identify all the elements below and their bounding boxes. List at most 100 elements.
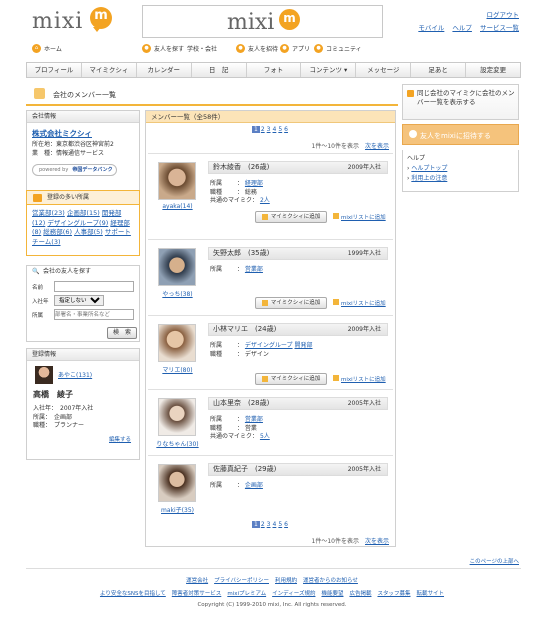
nav-message[interactable]: メッセージ	[356, 63, 412, 77]
avatar[interactable]	[35, 366, 53, 384]
footer-link[interactable]: 広告掲載	[349, 591, 371, 597]
banner-mark: m	[279, 9, 300, 30]
member-nick[interactable]: りなちゃん(30)	[150, 439, 205, 448]
footer-links-2: より安全なSNSを目指して 障害者対策サービス mixiプレミアム インディーズ規約機…	[0, 589, 544, 597]
apps-link[interactable]: ● アプリ	[280, 44, 310, 53]
member-nick[interactable]: ayaka(14)	[150, 203, 205, 210]
add-mylist-link[interactable]: mixiリストに追加	[333, 213, 386, 221]
add-mymixi-button[interactable]: マイミクシィに追加	[255, 211, 327, 223]
home-link[interactable]: ⌂ ホーム	[32, 44, 62, 53]
help-notice-link[interactable]: 利用上の注意	[411, 175, 447, 182]
member-photo[interactable]	[158, 464, 196, 502]
nav-diary[interactable]: 日 記	[192, 63, 247, 77]
tdb-logo: 帝国データバンク	[72, 167, 113, 173]
nav-calendar[interactable]: カレンダー	[137, 63, 192, 77]
help-link[interactable]: ヘルプ	[452, 24, 472, 32]
community-link[interactable]: ● コミュニティ	[314, 44, 362, 53]
nav-photo[interactable]: フォト	[247, 63, 302, 77]
name-input[interactable]	[54, 281, 134, 292]
member-dept[interactable]: 営業部	[245, 416, 263, 423]
help-top-link[interactable]: ヘルプトップ	[411, 165, 447, 172]
dept-link[interactable]: 企画部(15)	[67, 209, 100, 217]
member-nick[interactable]: マリエ(80)	[150, 365, 205, 374]
logout-link[interactable]: ログアウト	[487, 11, 520, 19]
page-1[interactable]: 1	[252, 521, 260, 528]
dept-link[interactable]: 営業部(23)	[32, 209, 65, 217]
member-dept[interactable]: デザイングループ	[245, 342, 293, 349]
member-nick[interactable]: やっち(38)	[150, 289, 205, 298]
footer-link[interactable]: スタッフ募集	[377, 591, 410, 597]
company-name[interactable]: 株式会社ミクシィ	[32, 128, 92, 139]
member-photo[interactable]	[158, 162, 196, 200]
header-banner[interactable]: mixi m	[142, 5, 383, 38]
member-common[interactable]: 2人	[260, 197, 270, 204]
dept-input[interactable]	[54, 309, 134, 320]
member-dept-2[interactable]: 開発部	[294, 342, 312, 349]
member-photo[interactable]	[158, 248, 196, 286]
member-dept[interactable]: 企画部	[245, 482, 263, 489]
member-year: 2009年入社	[347, 326, 381, 333]
footer-link[interactable]: 運営者からのお知らせ	[303, 578, 358, 584]
community-icon: ●	[314, 44, 323, 53]
find-friends-sub: 学校・会社	[187, 46, 218, 53]
page-6[interactable]: 6	[283, 521, 289, 528]
nav-profile[interactable]: プロフィール	[27, 63, 82, 77]
dept-link[interactable]: デザイングループ(9)	[47, 219, 108, 227]
add-mylist-link[interactable]: mixiリストに追加	[333, 299, 386, 307]
next-link[interactable]: 次を表示	[365, 143, 389, 150]
department-list: 営業部(23) 企画部(15) 開発部(12) デザイングループ(9) 経理部(…	[27, 205, 139, 251]
invite-friends-label: 友人をmixiに招待する	[420, 132, 491, 140]
footer-link[interactable]: 機能要望	[321, 591, 343, 597]
footer-link[interactable]: 障害者対策サービス	[172, 591, 222, 597]
member-photo[interactable]	[158, 324, 196, 362]
year-label: 入社年	[32, 299, 49, 305]
page-1[interactable]: 1	[252, 126, 260, 133]
main-navigation: プロフィール マイミクシィ カレンダー 日 記 フォト コンテンツ ▾ メッセー…	[26, 62, 521, 78]
find-friends-link[interactable]: ● 友人を探す 学校・会社	[142, 44, 217, 53]
search-button[interactable]: 検 索	[107, 327, 137, 339]
invite-friends-button[interactable]: 友人をmixiに招待する	[402, 124, 519, 145]
footer-link[interactable]: mixiプレミアム	[227, 591, 266, 597]
dept-link[interactable]: 人事部(5)	[74, 228, 103, 236]
powered-by-badge[interactable]: powered by 帝国データバンク	[32, 164, 117, 176]
mobile-link[interactable]: モバイル	[418, 24, 444, 32]
year-select[interactable]: 指定しない	[54, 295, 104, 306]
next-link[interactable]: 次を表示	[365, 538, 389, 545]
add-mylist-link[interactable]: mixiリストに追加	[333, 375, 386, 383]
building-icon	[33, 194, 42, 202]
user-nickname[interactable]: あやこ(131)	[58, 370, 92, 379]
footer-link[interactable]: より安全なSNSを目指して	[100, 591, 166, 597]
member-dept[interactable]: 経理部	[245, 180, 263, 187]
add-mymixi-button[interactable]: マイミクシィに追加	[255, 297, 327, 309]
add-mymixi-button[interactable]: マイミクシィに追加	[255, 373, 327, 385]
mixi-logo[interactable]: mixi m	[30, 6, 114, 36]
footer-link[interactable]: 利用規約	[275, 578, 297, 584]
member-nick[interactable]: maki子(35)	[150, 505, 205, 514]
user-name: 高橋 綾子	[33, 390, 73, 399]
nav-settings[interactable]: 設定変更	[466, 63, 520, 77]
colleague-search-box: 会社の友人を探す 名前 入社年 指定しない 所属 検 索	[26, 265, 140, 342]
search-header: 会社の友人を探す	[27, 266, 139, 278]
dept-link[interactable]: 総務部(6)	[43, 228, 72, 236]
footer-link[interactable]: インディーズ規約	[272, 591, 315, 597]
invite-link[interactable]: ● 友人を招待	[236, 44, 278, 53]
nav-mymixi[interactable]: マイミクシィ	[82, 63, 137, 77]
footer-link[interactable]: 転載サイト	[417, 591, 445, 597]
nav-contents[interactable]: コンテンツ ▾	[301, 63, 357, 77]
member-photo[interactable]	[158, 398, 196, 436]
member-list-header: メンバー一覧（全58件）	[146, 111, 395, 123]
edit-link[interactable]: 編集する	[109, 435, 131, 443]
service-list-link[interactable]: サービス一覧	[480, 24, 519, 32]
nav-footprints[interactable]: 足あと	[411, 63, 467, 77]
show-to-mymixi-button[interactable]: 同じ会社のマイミクに会社のメンバー一覧を表示する	[402, 84, 519, 120]
member-role: 営業	[244, 424, 257, 432]
registration-info-box: 登録情報 あやこ(131) 高橋 綾子 入社年： 2007年入社 所属： 企画部…	[26, 348, 140, 460]
member-common[interactable]: 5人	[260, 433, 270, 440]
company-icon	[407, 90, 414, 97]
page-6[interactable]: 6	[283, 126, 289, 133]
member-dept[interactable]: 営業部	[245, 266, 263, 273]
page-top-link[interactable]: このページの上部へ	[470, 557, 519, 565]
member-info: 所属： 企画部	[210, 482, 263, 489]
footer-link[interactable]: 運営会社	[186, 578, 208, 584]
footer-link[interactable]: プライバシーポリシー	[214, 578, 269, 584]
